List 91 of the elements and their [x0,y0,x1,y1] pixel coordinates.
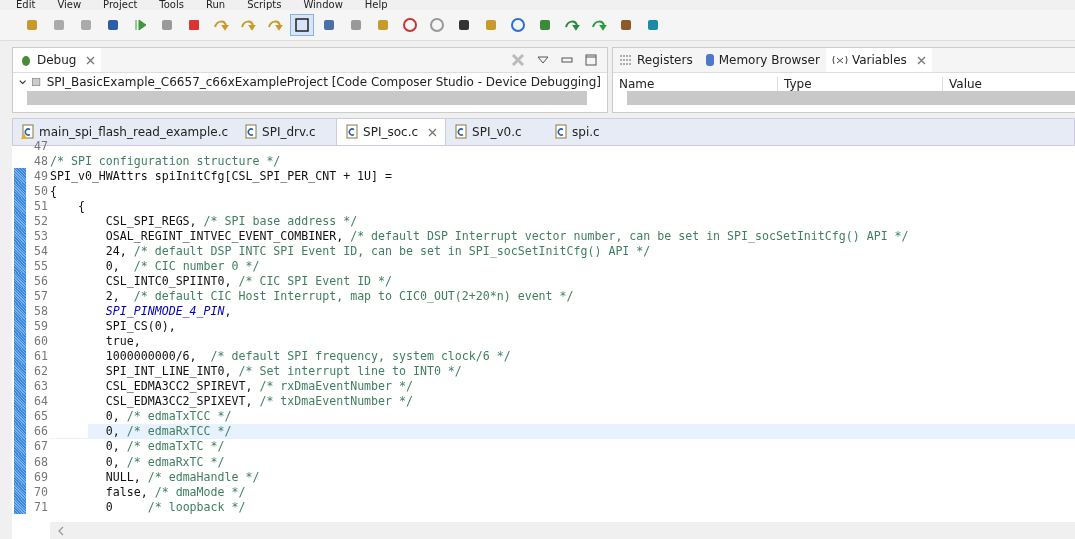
code-line: true, [104,334,141,349]
column-header[interactable]: Value [943,77,1075,91]
line-number: 67 [33,439,49,454]
view-tab[interactable]: Variables [825,48,932,72]
line-number: 63 [33,379,49,394]
view-tab[interactable]: Registers [613,48,699,72]
stop-icon [186,17,202,33]
menu-item[interactable]: Window [303,0,343,10]
line-number: 68 [33,454,49,469]
horizontal-scrollbar[interactable] [627,91,1075,105]
code-line: SPI_INT_LINE_INT0, /* Set interrupt line to INT0 */ [104,364,462,379]
close-icon[interactable] [916,55,926,65]
debug-tab[interactable]: Debug [13,48,102,72]
menu-item[interactable]: Help [364,0,388,10]
line-number: 65 [33,409,49,424]
code-line: { [76,198,85,213]
resume-icon [132,17,148,33]
scroll-left-icon[interactable] [58,525,64,536]
line-number: 66 [33,424,49,439]
horizontal-scrollbar[interactable] [27,91,587,105]
menu-item[interactable]: View [57,0,82,10]
code-line: 0 /* loopback */ [104,499,246,514]
code-line: CSL_INTC0_SPIINT0, /* CIC SPI Event ID */ [104,273,393,288]
editor-tab[interactable]: SPI_v0.c [446,119,547,145]
code-line: 0, /* edmaRxTC */ [104,454,225,469]
cylinder-icon [704,53,715,67]
editor-tab[interactable]: SPI_soc.c [336,119,447,145]
menu-item[interactable]: Edit [16,0,36,10]
binary-icon [619,54,633,66]
tab-label: Debug [37,53,77,67]
code-line: 1000000000/6, /* default SPI frequency, system clock/6 */ [104,349,511,364]
code-line: 2, /* default CIC Host Interrupt, map to CIC0_OUT(2+20*n) event */ [104,289,574,303]
code-line: 0, /* edmaTxTCC */ [104,409,232,424]
code-line: SPI_v0_HWAttrs spiInitCfg[CSL_SPI_PER_CNT + 1U] = [50,168,393,183]
line-number: 62 [33,364,49,379]
line-number: 56 [33,273,49,288]
code-line: 24, /* default DSP INTC SPI Event ID, can be set in SPI_socSetInitCfg() API */ [104,243,651,258]
line-number: 51 [33,198,49,213]
maximize-icon[interactable] [585,54,597,66]
tree-item[interactable]: SPI_BasicExample_C6657_c66xExampleProject [Code Composer Studio - Device Debugging] [13,73,607,91]
code-line: SPI_PINMODE_4_PIN, [104,304,232,319]
horizontal-scrollbar[interactable] [50,522,1075,539]
c-file-icon [554,124,569,140]
c-file-icon [244,124,259,140]
close-icon[interactable] [86,55,96,65]
expand-icon [19,77,27,87]
menu-item[interactable]: Run [205,0,226,10]
line-number: 69 [33,469,49,484]
code-line: SPI_CS(0), [104,319,176,334]
line-number: 53 [33,228,49,243]
code-line: false, /* dmaMode */ [104,484,246,499]
code-line: /* SPI configuration structure */ [50,153,281,168]
editor-tab[interactable]: SPI_drv.c [236,119,337,145]
line-number: 59 [33,319,49,334]
line-number: 54 [33,243,49,258]
line-number: 50 [33,183,49,198]
code-line: NULL, /* edmaHandle */ [104,469,260,484]
c-file-icon [345,124,360,140]
line-number: 49 [33,168,49,183]
line-number: 58 [33,304,49,319]
menu-item[interactable]: Scripts [247,0,282,10]
code-line: CSL_SPI_REGS, /* SPI base address */ [104,213,358,228]
view-tab[interactable]: Memory Browser [698,48,826,72]
code-line: CSL_EDMA3CC2_SPIXEVT, /* txDmaEventNumber */ [104,394,413,409]
line-number: 52 [33,213,49,228]
code-line: OSAL_REGINT_INTVEC_EVENT_COMBINER, /* default DSP Interrupt vector number, can be set in SPI_socSetInitCfg() API */ [104,228,909,243]
line-number: 71 [33,499,49,514]
code-line: 0, /* CIC number 0 */ [104,258,260,273]
line-number: 70 [33,484,49,499]
variable-icon [831,55,848,65]
line-number: 57 [33,289,49,303]
line-number: 61 [33,349,49,364]
editor-tab[interactable]: spi.c [546,119,647,145]
line-number: 64 [33,394,49,409]
line-number: 47 [33,138,48,153]
toolbar-button[interactable] [290,14,314,36]
c-file-icon [454,124,469,140]
line-number: 55 [33,258,49,273]
minimize-icon[interactable] [561,57,573,63]
close-icon[interactable] [428,127,438,137]
menu-item[interactable]: Project [103,0,138,10]
dropdown-icon[interactable] [537,56,549,64]
session-label: SPI_BasicExample_C6657_c66xExampleProject [Code Composer Studio - Device Debugging] [46,75,601,89]
remove-icon[interactable] [511,53,525,67]
file-warning-icon [21,124,35,140]
menu-item[interactable]: Tools [159,0,184,10]
line-number: 48 [33,153,49,168]
code-line: CSL_EDMA3CC2_SPIREVT, /* rxDmaEventNumber */ [104,379,413,394]
line-number: 60 [33,334,49,349]
code-line: { [50,183,57,198]
code-line: 0, /* edmaTxTC */ [104,439,225,454]
